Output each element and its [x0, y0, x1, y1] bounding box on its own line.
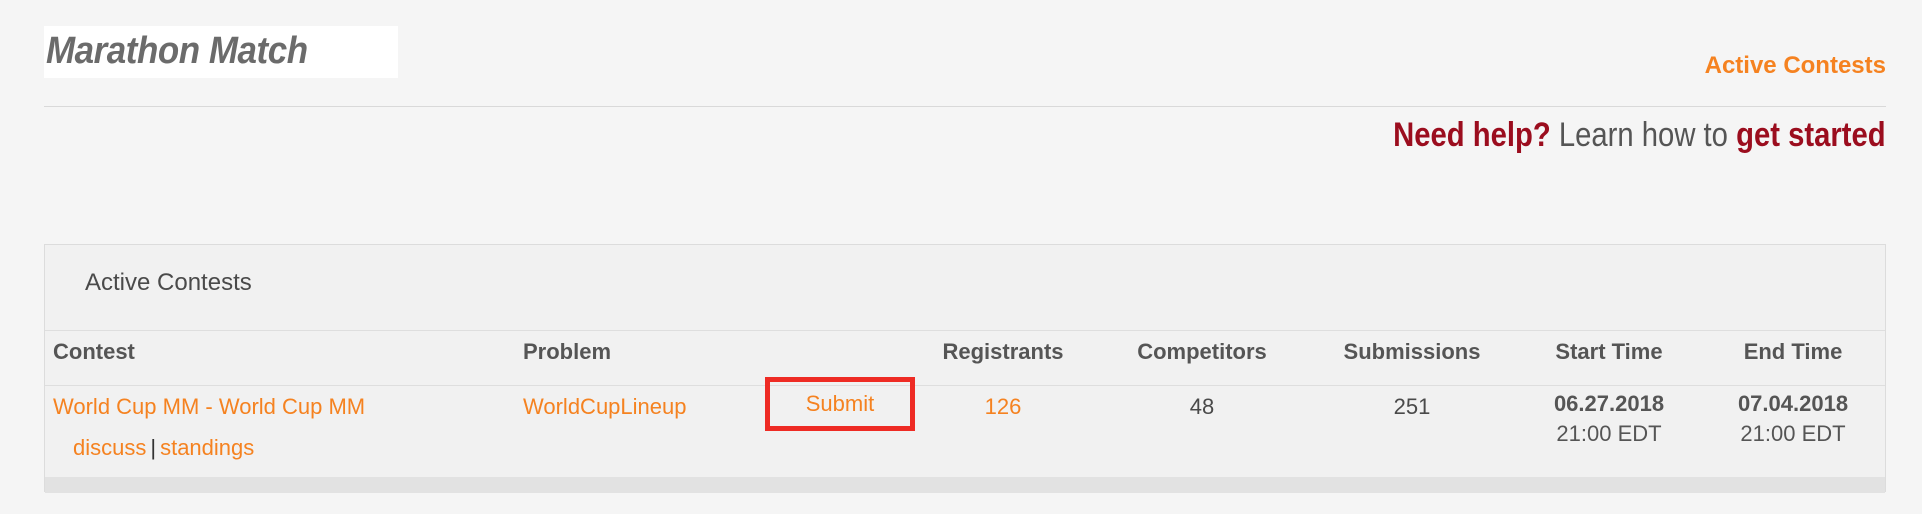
end-time-cell: 07.04.2018 21:00 EDT	[1738, 389, 1848, 449]
panel-title: Active Contests	[85, 269, 252, 296]
discuss-link[interactable]: discuss	[73, 435, 146, 460]
header-row-divider	[45, 385, 1885, 386]
registrants-link[interactable]: 126	[985, 394, 1022, 420]
logo-text: Marathon Match	[46, 30, 308, 72]
end-date: 07.04.2018	[1737, 391, 1849, 416]
column-header-problem: Problem	[523, 339, 612, 364]
panel-divider	[45, 330, 1885, 331]
active-contests-link[interactable]: Active Contests	[1705, 52, 1886, 80]
marathon-match-logo: Marathon Match	[44, 26, 398, 78]
end-time: 21:00 EDT	[1740, 421, 1846, 446]
standings-link[interactable]: standings	[160, 435, 254, 460]
column-header-submissions: Submissions	[1343, 339, 1481, 364]
contest-sublinks: discuss | standings	[73, 435, 254, 461]
active-contests-panel: Active Contests Contest Problem Registra…	[44, 244, 1886, 493]
column-header-contest: Contest	[53, 339, 135, 364]
column-header-competitors: Competitors	[1137, 339, 1267, 364]
start-time: 21:00 EDT	[1556, 421, 1662, 446]
competitors-count: 48	[1189, 394, 1215, 419]
header-divider	[44, 106, 1886, 107]
help-prefix: Need help?	[1393, 116, 1552, 154]
submit-highlight-box: Submit	[765, 377, 915, 431]
get-started-link[interactable]: get started	[1737, 116, 1886, 154]
submissions-count: 251	[1393, 394, 1431, 419]
start-time-cell: 06.27.2018 21:00 EDT	[1554, 389, 1664, 449]
panel-footer	[45, 477, 1885, 493]
start-date: 06.27.2018	[1553, 391, 1665, 416]
column-header-registrants: Registrants	[942, 339, 1064, 364]
problem-link[interactable]: WorldCupLineup	[523, 394, 686, 420]
link-separator: |	[150, 435, 157, 460]
column-header-start-time: Start Time	[1555, 339, 1663, 364]
contest-link[interactable]: World Cup MM - World Cup MM	[53, 394, 365, 420]
help-banner: Need help? Learn how to get started	[1394, 116, 1886, 155]
help-middle: Learn how to	[1559, 116, 1729, 154]
submit-link[interactable]: Submit	[806, 391, 874, 417]
column-header-end-time: End Time	[1743, 339, 1843, 364]
